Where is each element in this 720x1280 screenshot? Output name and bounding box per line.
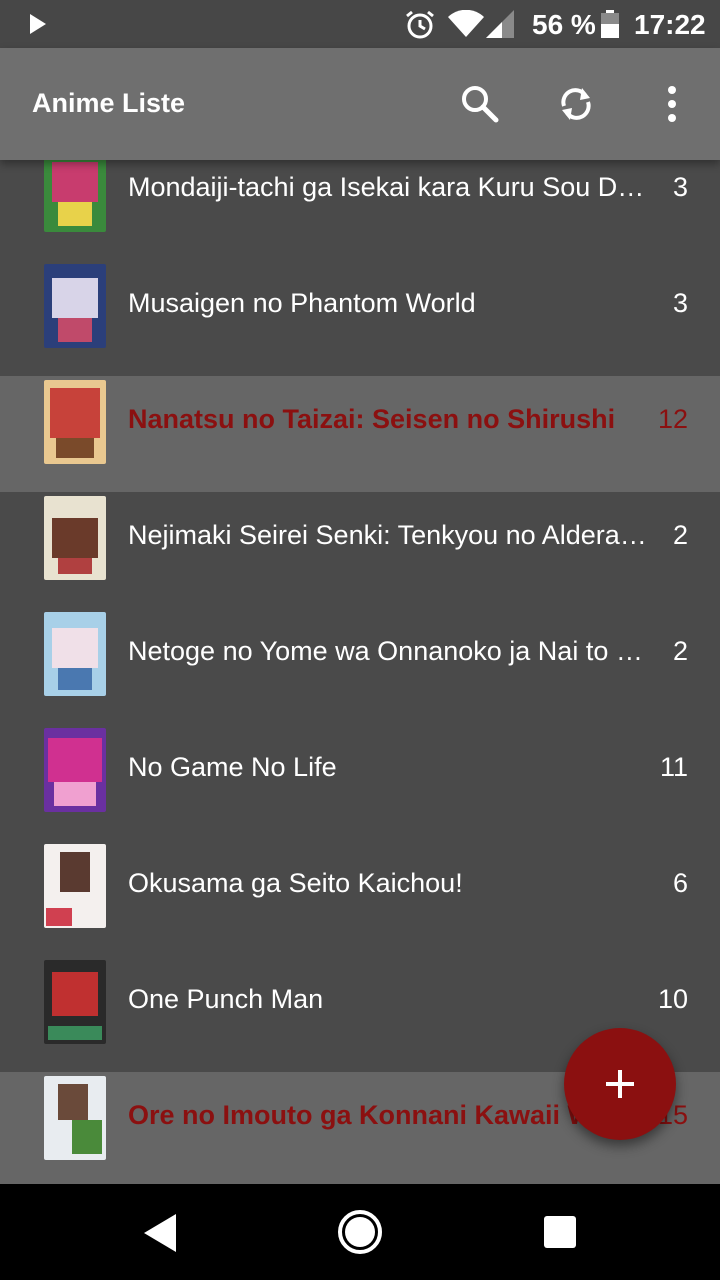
more-vert-icon[interactable] [648,80,696,128]
anime-cover-thumbnail [44,960,106,1044]
recents-icon[interactable] [542,1214,578,1250]
anime-title: Netoge no Yome wa Onnanoko ja Nai to Omo… [128,636,648,666]
alarm-icon [406,10,434,39]
play-icon [30,14,46,34]
episode-count: 12 [657,404,688,434]
episode-count: 10 [657,984,688,1014]
anime-cover-thumbnail [44,496,106,580]
signal-icon [486,10,514,38]
episode-count: 11 [659,752,688,782]
refresh-icon[interactable] [552,80,600,128]
list-item[interactable]: Okusama ga Seito Kaichou! 6 [0,840,720,956]
add-button[interactable] [564,1028,676,1140]
list-item[interactable]: Netoge no Yome wa Onnanoko ja Nai to Omo… [0,608,720,724]
anime-cover-thumbnail [44,380,106,464]
navigation-bar [0,1184,720,1280]
anime-cover-thumbnail [44,1076,106,1160]
list-item[interactable]: Mondaiji-tachi ga Isekai kara Kuru Sou D… [0,160,720,260]
back-icon[interactable] [140,1212,180,1254]
anime-cover-thumbnail [44,612,106,696]
wifi-icon [448,10,484,37]
anime-title: Nanatsu no Taizai: Seisen no Shirushi [128,404,616,434]
anime-title: No Game No Life [128,752,337,782]
anime-title: Nejimaki Seirei Senki: Tenkyou no Aldera… [128,520,648,550]
episode-count: 3 [672,288,688,318]
battery-percent: 56 % [532,9,596,40]
episode-count: 2 [672,636,688,666]
list-item[interactable]: Nejimaki Seirei Senki: Tenkyou no Aldera… [0,492,720,608]
anime-title: One Punch Man [128,984,324,1014]
anime-title: Mondaiji-tachi ga Isekai kara Kuru Sou D… [128,172,648,202]
episode-count: 3 [672,172,688,202]
page-title: Anime Liste [32,88,186,118]
clock: 17:22 [634,9,706,40]
search-icon[interactable] [456,80,504,128]
battery-icon [601,10,619,38]
episode-count: 6 [672,868,688,898]
anime-cover-thumbnail [44,844,106,928]
list-item[interactable]: No Game No Life 11 [0,724,720,840]
list-item-highlighted[interactable]: Nanatsu no Taizai: Seisen no Shirushi 12 [0,376,720,492]
anime-title: Okusama ga Seito Kaichou! [128,868,463,898]
anime-cover-thumbnail [44,160,106,232]
home-icon[interactable] [336,1208,384,1256]
list-item[interactable]: Musaigen no Phantom World 3 [0,260,720,376]
anime-title: Musaigen no Phantom World [128,288,476,318]
anime-cover-thumbnail [44,728,106,812]
add-icon [606,1070,634,1098]
anime-cover-thumbnail [44,264,106,348]
status-bar: 56 % 17:22 [0,0,720,48]
app-toolbar: Anime Liste [0,48,720,160]
episode-count: 2 [672,520,688,550]
